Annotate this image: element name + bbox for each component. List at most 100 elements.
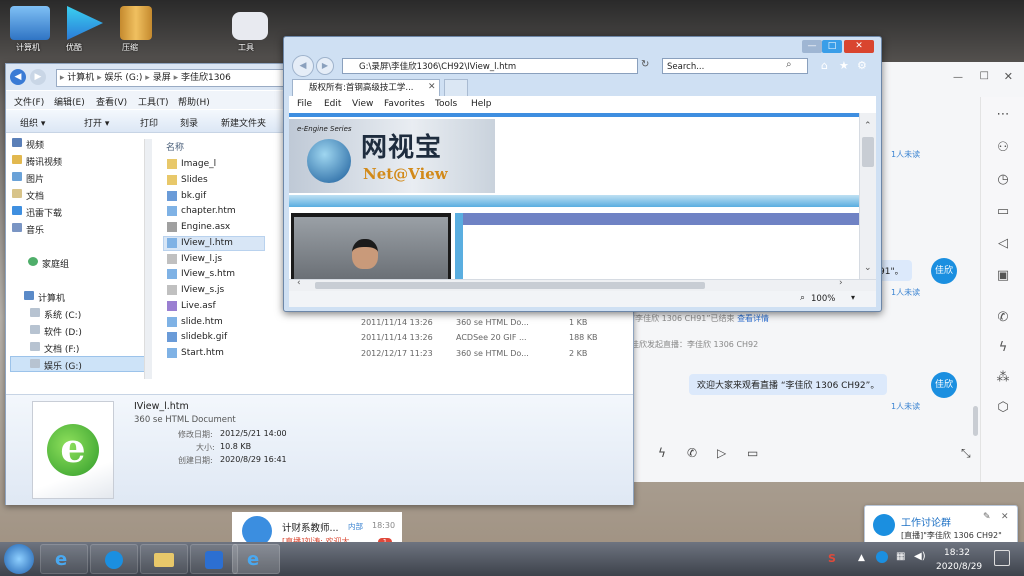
browser-vscroll[interactable]: ⌃ ⌄	[859, 113, 876, 279]
file-row[interactable]: slide.htm	[167, 316, 223, 327]
file-row[interactable]: Slides	[167, 174, 208, 185]
breadcrumb-item[interactable]: 计算机	[67, 73, 94, 83]
call-icon[interactable]: ✆	[995, 310, 1011, 326]
close-icon[interactable]: ✕	[1004, 70, 1013, 83]
organize-button[interactable]: 组织 ▾	[20, 116, 45, 129]
search-icon[interactable]: ⌕	[786, 59, 792, 70]
taskbar-browser-button[interactable]: e	[232, 544, 280, 574]
computer-desktop-icon[interactable]	[10, 6, 50, 40]
nav-item-documents[interactable]: 文档	[12, 189, 44, 202]
history-icon[interactable]: ◷	[995, 172, 1011, 188]
tray-app-icon[interactable]	[876, 551, 888, 563]
address-input[interactable]: G:\录屏\李佳欣1306\CH92\IView_l.htm	[342, 58, 638, 74]
zoom-level[interactable]: 100%	[811, 294, 835, 304]
pin-icon[interactable]: ✎	[983, 512, 991, 522]
favorites-star-icon[interactable]: ★	[839, 59, 849, 72]
nav-item-drive-d[interactable]: 软件 (D:)	[30, 325, 82, 338]
home-icon[interactable]: ⌂	[821, 59, 828, 72]
lightning-icon[interactable]: ϟ	[658, 446, 666, 460]
file-row[interactable]: Start.htm	[167, 348, 224, 358]
file-row[interactable]: IView_l.htm	[163, 235, 265, 251]
forward-icon[interactable]: ▶	[316, 57, 334, 75]
file-row[interactable]: IView_l.js	[167, 253, 222, 264]
chat-list-item[interactable]: 计财系教师... 内部 18:30 [直播]刘涛: 欢迎大 1	[232, 512, 402, 546]
menu-edit[interactable]: 编辑(E)	[54, 95, 85, 108]
file-row[interactable]: Image_l	[167, 159, 216, 169]
zoom-icon[interactable]: ⌕	[800, 293, 805, 303]
maximize-icon[interactable]: □	[980, 70, 989, 81]
back-icon[interactable]: ◀	[292, 55, 314, 77]
menu-file[interactable]: 文件(F)	[14, 95, 44, 108]
menu-tools[interactable]: 工具(T)	[138, 95, 169, 108]
clock-date[interactable]: 2020/8/29	[936, 562, 982, 572]
nav-scrollbar[interactable]	[144, 139, 152, 379]
menu-edit[interactable]: Edit	[324, 99, 341, 109]
file-row[interactable]: chapter.htm	[167, 206, 236, 217]
new-tab-button[interactable]	[444, 79, 468, 96]
tools-desktop-icon[interactable]	[232, 12, 268, 40]
breadcrumb-item[interactable]: 李佳欣1306	[181, 73, 231, 83]
breadcrumb[interactable]: ▸ 计算机 ▸ 娱乐 (G:) ▸ 录屏 ▸ 李佳欣1306	[56, 69, 298, 87]
nav-item-drive-g[interactable]: 娱乐 (G:)	[30, 359, 82, 372]
avatar[interactable]: 佳欣	[931, 258, 957, 284]
video-icon[interactable]: ▷	[717, 446, 726, 460]
breadcrumb-item[interactable]: 录屏	[153, 73, 171, 83]
nav-item-computer[interactable]: 计算机	[24, 291, 65, 304]
minimize-button[interactable]: —	[802, 40, 822, 53]
chat-scrollbar[interactable]	[973, 406, 978, 436]
nav-item-xunlei[interactable]: 迅雷下载	[12, 206, 62, 219]
zoom-dropdown-icon[interactable]: ▾	[851, 293, 855, 302]
show-desktop-icon[interactable]	[994, 550, 1010, 566]
file-row[interactable]: Engine.asx	[167, 222, 230, 232]
menu-file[interactable]: File	[297, 99, 312, 109]
close-tab-icon[interactable]: ✕	[428, 82, 436, 92]
taskbar-video-button[interactable]	[190, 544, 238, 574]
volume-icon[interactable]: ◀)	[914, 551, 926, 562]
file-row[interactable]: slidebk.gif	[167, 332, 227, 343]
taskbar-explorer-button[interactable]	[140, 544, 188, 574]
tray-expand-icon[interactable]: ▲	[858, 553, 865, 563]
column-header-name[interactable]: 名称	[166, 140, 184, 153]
maximize-button[interactable]: □	[822, 40, 842, 53]
nav-item-drive-c[interactable]: 系统 (C:)	[30, 308, 81, 321]
forward-icon[interactable]: ▶	[30, 69, 46, 85]
menu-help[interactable]: 帮助(H)	[178, 95, 210, 108]
cube-icon[interactable]: ⬡	[995, 400, 1011, 416]
nav-item-tencent-video[interactable]: 腾讯视频	[12, 155, 62, 168]
menu-view[interactable]: 查看(V)	[96, 95, 127, 108]
file-row[interactable]: Live.asf	[167, 300, 216, 311]
close-icon[interactable]: ✕	[1001, 512, 1009, 522]
gear-icon[interactable]: ⚙	[857, 59, 867, 72]
more-icon[interactable]: ⋯	[995, 107, 1011, 123]
menu-tools[interactable]: Tools	[435, 99, 457, 109]
input-method-icon[interactable]: S	[828, 552, 836, 565]
group-icon[interactable]: ⁂	[995, 370, 1011, 386]
open-button[interactable]: 打开 ▾	[84, 116, 109, 129]
menu-view[interactable]: View	[352, 99, 373, 109]
announce-icon[interactable]: ◁	[995, 236, 1011, 252]
message-bubble[interactable]: 欢迎大家来观看直播 “李佳欣 1306 CH92”。	[689, 374, 888, 395]
minimize-icon[interactable]: —	[953, 72, 963, 83]
burn-button[interactable]: 刻录	[180, 116, 198, 129]
breadcrumb-item[interactable]: 娱乐 (G:)	[105, 73, 143, 83]
taskbar-ie-button[interactable]: e	[40, 544, 88, 574]
add-member-icon[interactable]: ⚇	[995, 140, 1011, 156]
nav-item-drive-f[interactable]: 文档 (F:)	[30, 342, 79, 355]
view-details-link[interactable]: 查看详情	[737, 314, 769, 323]
menu-favorites[interactable]: Favorites	[384, 99, 425, 109]
message-icon[interactable]: ▭	[747, 446, 758, 460]
live-icon[interactable]: ▣	[995, 268, 1011, 284]
back-icon[interactable]: ◀	[10, 69, 26, 85]
avatar[interactable]: 佳欣	[931, 372, 957, 398]
browser-hscroll[interactable]: ‹ ›	[289, 278, 876, 291]
tab-current[interactable]: 版权所有:首钢高级技工学...	[292, 79, 440, 96]
youku-desktop-icon[interactable]	[67, 6, 103, 40]
lightning-icon[interactable]: ϟ	[995, 340, 1011, 356]
nav-item-pictures[interactable]: 图片	[12, 172, 44, 185]
expand-icon[interactable]: ⤡	[961, 446, 971, 461]
menu-help[interactable]: Help	[471, 99, 492, 109]
close-button[interactable]: ✕	[844, 40, 874, 53]
clock-time[interactable]: 18:32	[944, 548, 970, 558]
folder-icon[interactable]: ▭	[995, 204, 1011, 220]
new-folder-button[interactable]: 新建文件夹	[221, 116, 266, 129]
